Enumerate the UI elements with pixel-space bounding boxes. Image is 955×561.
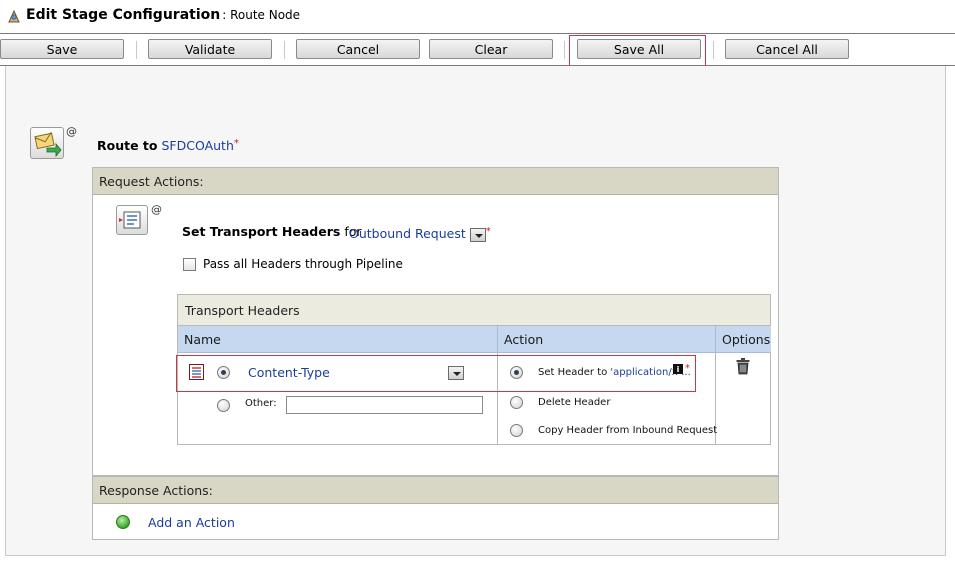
validate-button[interactable]: Validate xyxy=(148,39,272,59)
required-marker: * xyxy=(233,138,239,149)
pass-all-headers-checkbox[interactable] xyxy=(183,258,196,271)
toolbar-separator xyxy=(136,41,137,59)
direction-select[interactable]: Outbound Request * xyxy=(349,226,491,242)
title-bar: Edit Stage Configuration: Route Node xyxy=(0,0,955,33)
route-node-icon[interactable] xyxy=(30,127,64,159)
cancel-button[interactable]: Cancel xyxy=(296,39,420,59)
clear-button[interactable]: Clear xyxy=(429,39,553,59)
add-action-link[interactable]: Add an Action xyxy=(148,515,235,530)
action-annotation-marker[interactable]: @ xyxy=(151,203,162,216)
response-actions-header: Response Actions: xyxy=(93,477,778,504)
pass-all-headers-label: Pass all Headers through Pipeline xyxy=(203,257,403,271)
column-header-action: Action xyxy=(497,326,715,353)
request-actions-header: Request Actions: xyxy=(93,168,778,195)
trash-icon[interactable] xyxy=(736,358,750,375)
save-all-button[interactable]: Save All xyxy=(577,39,701,59)
required-marker: * xyxy=(485,226,491,237)
response-actions-panel: Response Actions: xyxy=(92,476,779,540)
page-title: Edit Stage Configuration: Route Node xyxy=(26,7,300,23)
set-transport-title: Set Transport Headers xyxy=(182,224,341,239)
delete-header-label: Delete Header xyxy=(538,397,611,408)
direction-value[interactable]: Outbound Request xyxy=(349,226,466,241)
route-label: Route to xyxy=(97,138,158,153)
route-annotation-marker[interactable]: @ xyxy=(66,125,77,138)
set-transport-line: Set Transport Headers for xyxy=(182,224,362,239)
toolbar-separator xyxy=(713,41,714,59)
name-other-radio[interactable] xyxy=(217,399,230,412)
edit-stage-icon xyxy=(8,9,20,23)
toolbar-separator xyxy=(284,41,285,59)
row-highlight xyxy=(176,355,696,392)
transport-headers-title: Transport Headers xyxy=(178,295,770,326)
other-header-input[interactable] xyxy=(286,396,483,414)
transport-headers-icon[interactable] xyxy=(116,205,148,235)
toolbar: Save Validate Cancel Clear Save All Canc… xyxy=(0,33,955,68)
chevron-down-icon[interactable] xyxy=(469,227,486,242)
page-title-text: Edit Stage Configuration xyxy=(26,7,221,23)
column-header-options: Options xyxy=(715,326,771,353)
route-line: Route to SFDCOAuth* xyxy=(97,138,239,153)
save-button[interactable]: Save xyxy=(0,39,124,59)
copy-header-label: Copy Header from Inbound Request xyxy=(538,425,718,436)
page-subtitle: : Route Node xyxy=(222,8,301,22)
route-target-link[interactable]: SFDCOAuth xyxy=(161,138,233,153)
column-header-name: Name xyxy=(178,326,497,353)
copy-header-radio[interactable] xyxy=(510,424,523,437)
delete-header-radio[interactable] xyxy=(510,396,523,409)
cancel-all-button[interactable]: Cancel All xyxy=(725,39,849,59)
add-action-icon[interactable] xyxy=(116,515,130,529)
other-label: Other: xyxy=(245,398,277,409)
toolbar-separator xyxy=(564,41,565,59)
